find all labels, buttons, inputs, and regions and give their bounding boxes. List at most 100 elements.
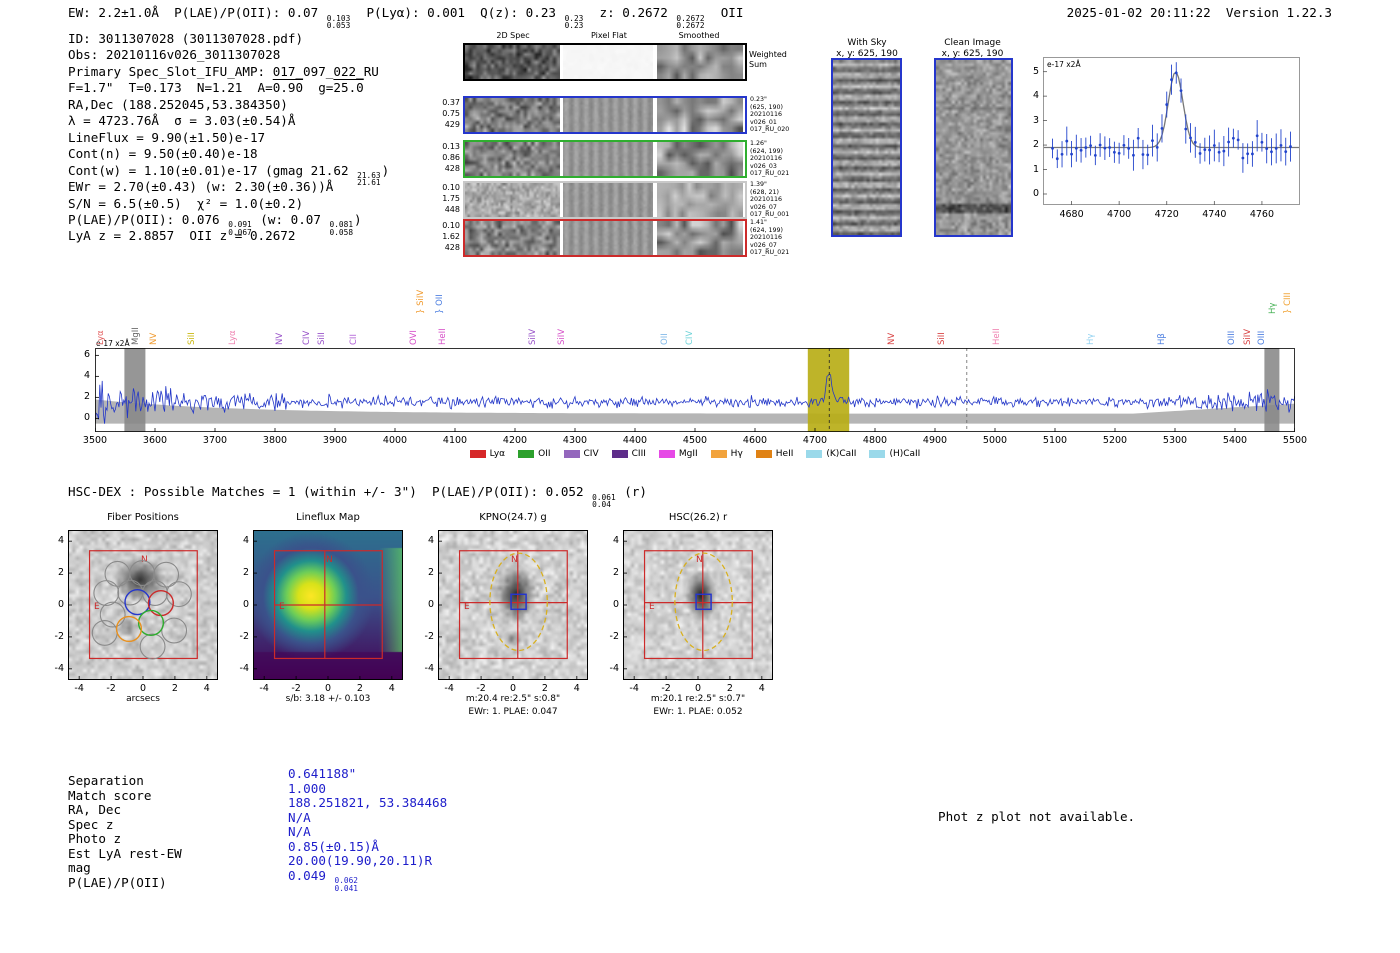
- data-point: [1155, 146, 1159, 149]
- legend-item: OII: [518, 449, 551, 459]
- spec2d-row-annotation: 1.26" (624, 199) 20210116 v026_03 017_RU_021: [750, 140, 789, 178]
- spec2d-annotation-line: v026_07: [750, 241, 777, 249]
- spec2d-image: [465, 98, 560, 132]
- emission-line-label: OIII: [1256, 330, 1267, 345]
- data-point: [1093, 154, 1097, 157]
- text-segment: 0.049: [288, 867, 334, 883]
- x-tick-label: 0: [694, 683, 702, 694]
- spec2d-image: [465, 45, 560, 79]
- spectrum-legend: Lyα OII CIV CIII MgII Hγ HeII (K)CaII (H)CaII: [95, 449, 1295, 459]
- x-tick-label: 2: [541, 683, 548, 694]
- match-row-value: 0.049 0.062 0.041: [288, 868, 359, 892]
- stacked-uncertainty: 0.062 0.041: [334, 876, 358, 893]
- x-tick-label: 0: [324, 683, 332, 694]
- x-tick-label: 3500: [82, 435, 108, 446]
- x-tick-label: -4: [444, 683, 454, 694]
- text-segment: EW: 2.2±1.0Å P(LAE)/P(OII): 0.07: [68, 5, 326, 20]
- text-segment: Primary Spec_Slot_IFU_AMP: 017_097_022_R…: [68, 63, 379, 79]
- y-tick-label: 3: [1032, 114, 1039, 126]
- data-point: [1174, 71, 1178, 75]
- photz-unavailable-note: Phot z plot not available.: [938, 809, 1136, 824]
- x-tick-label: 4800: [862, 435, 888, 446]
- x-tick-label: 5400: [1222, 435, 1248, 446]
- legend-swatch: [710, 450, 727, 458]
- cutout-sub-label: s/b: 3.18 +/- 0.103: [285, 694, 371, 704]
- spec2d-stat-value: 428: [444, 164, 460, 173]
- data-point: [1089, 144, 1092, 148]
- y-tick-label: -2: [424, 630, 434, 642]
- data-point: [1203, 148, 1207, 152]
- y-tick-label: 4: [427, 535, 434, 547]
- data-point: [1170, 78, 1173, 82]
- text-segment: N/A: [288, 824, 311, 840]
- text-segment: OII: [705, 5, 744, 20]
- cutout-kpno-g: NE: [438, 530, 588, 680]
- emission-line-label: Hγ: [1085, 333, 1096, 345]
- data-point: [1136, 136, 1140, 140]
- legend-item: (K)CaII: [806, 449, 856, 459]
- y-tick-label: 4: [83, 370, 90, 382]
- info-line: Cont(n) = 9.50(±0.40)e-18: [68, 146, 258, 162]
- fiber-circle: [139, 633, 166, 660]
- catalog-position-box: [695, 593, 712, 611]
- pixelflat-image: [563, 45, 653, 79]
- text-segment: 0.85(±0.15)Å: [288, 838, 379, 854]
- masked-band: [124, 348, 146, 432]
- ifu-outline-box: [458, 550, 568, 660]
- emission-line-label: } OII: [435, 294, 446, 314]
- x-tick-label: 4100: [442, 435, 468, 446]
- y-tick-label: -4: [609, 662, 619, 674]
- emission-line-label: SiIV: [527, 328, 538, 345]
- emission-line-label: SiIV: [1243, 328, 1253, 345]
- legend-item: Lyα: [469, 449, 505, 459]
- text-segment: λ = 4723.76Å σ = 3.03(±0.54)Å: [68, 113, 296, 129]
- stacked-uncertainty: 0.23 0.23: [564, 13, 584, 30]
- emission-line-label: CII: [349, 334, 359, 345]
- x-tick-label: 4900: [922, 435, 948, 446]
- data-point: [1132, 153, 1135, 157]
- x-tick-label: -2: [661, 683, 671, 694]
- spec2d-row-annotation: 1.39" (628, 21) 20210116 v026_07 017_RU_001: [750, 181, 789, 219]
- data-point: [1098, 143, 1102, 147]
- header-summary: EW: 2.2±1.0Å P(LAE)/P(OII): 0.07 0.103 0.…: [68, 5, 743, 29]
- info-line: F=1.7" T=0.173 N=1.21 A=0.90 g=25.0: [68, 80, 364, 96]
- stacked-uncertainty: 0.081 0.058: [329, 220, 354, 237]
- data-point: [1117, 151, 1121, 155]
- y-tick-label: 4: [612, 535, 619, 547]
- data-point: [1151, 139, 1154, 143]
- x-tick-label: 0: [509, 683, 517, 694]
- x-tick-label: 3800: [262, 435, 288, 446]
- emission-line-label: MgII: [130, 327, 141, 345]
- y-tick-label: 0: [83, 412, 90, 424]
- detection-highlight-band: [807, 348, 850, 432]
- info-line: LineFlux = 9.90(±1.50)e-17: [68, 130, 265, 146]
- spec2d-row-stats: 0.10 1.62 428: [429, 220, 460, 253]
- data-point: [1208, 148, 1211, 152]
- text-segment: Cont(w) = 1.10(±0.01)e-17 (gmag 21.62: [68, 162, 357, 178]
- match-row-label: P(LAE)/P(OII): [68, 874, 167, 890]
- smoothed-image: [657, 45, 743, 79]
- emission-line-label: SiIV: [557, 328, 568, 345]
- x-tick-label: 4: [388, 683, 395, 694]
- x-tick-label: 4700: [1107, 209, 1132, 220]
- data-point: [1260, 140, 1264, 144]
- spec2d-stat-value: 428: [444, 243, 460, 252]
- text-segment: EWr = 2.70(±0.43) (w: 2.30(±0.36))Å: [68, 179, 334, 195]
- cutout-lineflux-map-overlay: NE: [253, 530, 403, 680]
- spec2d-stat-value: 1.75: [442, 194, 460, 203]
- cutout-fiber-positions-overlay: NE: [68, 530, 218, 680]
- spec2d-stat-value: 0.10: [442, 221, 460, 230]
- line-fit-svg: [1043, 57, 1300, 205]
- data-point: [1122, 143, 1126, 147]
- emission-line-label: Lyα: [96, 330, 107, 345]
- spec2d-row-annotation: 0.23" (625, 190) 20210116 v026_01 017_RU_020: [750, 96, 789, 134]
- pixelflat-image: [563, 98, 653, 132]
- stacked-uncertainty: 0.061 0.04: [592, 492, 616, 509]
- text-segment: 1.000: [288, 780, 326, 796]
- withsky-image: [833, 60, 900, 235]
- legend-label: MgII: [678, 449, 698, 459]
- cutout-fiber-positions: NE: [68, 530, 218, 680]
- info-line: ID: 3011307028 (3011307028.pdf): [68, 31, 303, 47]
- info-line: Obs: 20210116v026_3011307028: [68, 47, 280, 63]
- text-segment: 188.251821, 53.384468: [288, 795, 448, 811]
